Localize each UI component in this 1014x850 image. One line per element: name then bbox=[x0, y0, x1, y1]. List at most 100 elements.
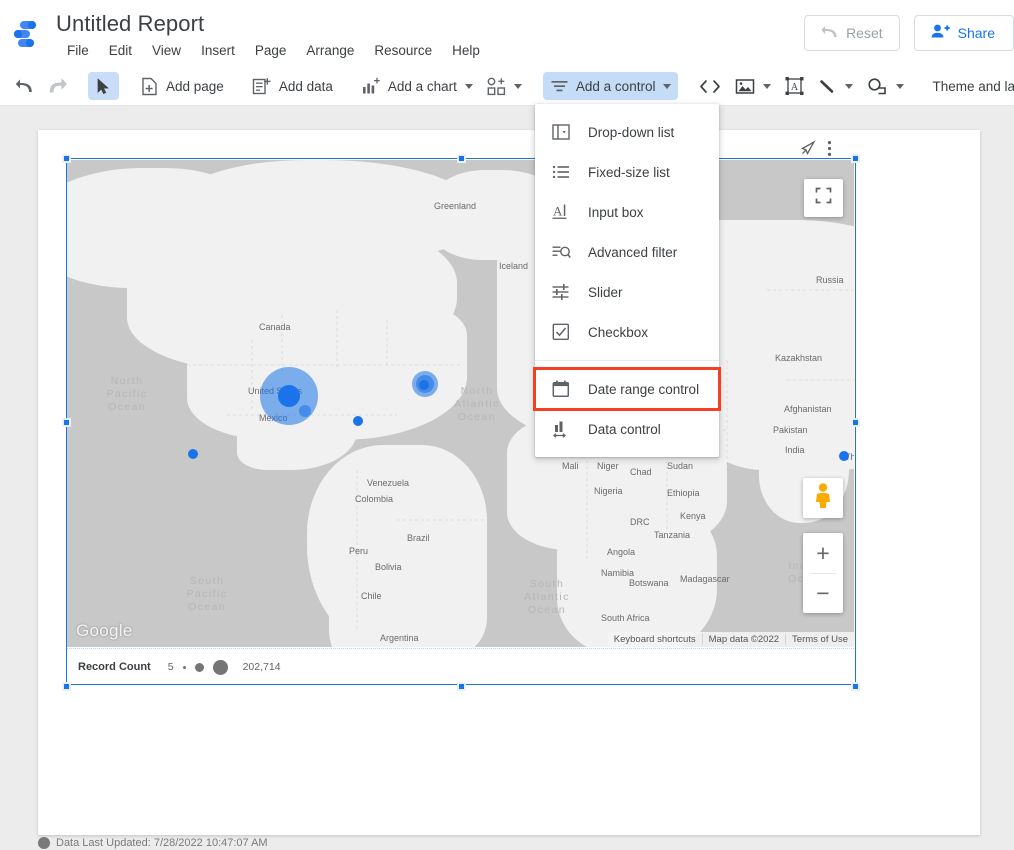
page-title[interactable]: Untitled Report bbox=[56, 11, 204, 37]
keyboard-shortcuts-link[interactable]: Keyboard shortcuts bbox=[608, 634, 702, 645]
add-page-icon bbox=[140, 77, 159, 96]
menu-item-label: Date range control bbox=[588, 381, 700, 397]
slider-icon bbox=[551, 283, 571, 301]
map-bubble[interactable] bbox=[839, 451, 849, 461]
add-chart-icon bbox=[361, 77, 381, 96]
undo-button[interactable] bbox=[8, 72, 41, 100]
add-data-icon bbox=[252, 77, 272, 96]
redo-icon bbox=[48, 77, 67, 95]
shape-button[interactable] bbox=[860, 72, 911, 100]
add-control-button[interactable]: Add a control bbox=[542, 72, 679, 100]
looker-studio-logo bbox=[12, 18, 46, 50]
map-bubble[interactable] bbox=[419, 380, 429, 390]
menu-item-data-control[interactable]: Data control bbox=[535, 409, 719, 449]
menu-divider bbox=[535, 360, 719, 361]
map-bubble[interactable] bbox=[278, 385, 300, 407]
menu-view[interactable]: View bbox=[142, 41, 191, 60]
add-control-label: Add a control bbox=[575, 78, 656, 94]
legend-dot-lg bbox=[212, 659, 228, 675]
community-visualization-icon bbox=[487, 77, 506, 96]
svg-text:A: A bbox=[791, 82, 799, 93]
map-attribution: Keyboard shortcuts Map data ©2022 Terms … bbox=[607, 632, 854, 647]
chevron-down-icon-3 bbox=[663, 83, 672, 89]
theme-label: Theme and layout bbox=[932, 78, 1014, 94]
map-data-copyright: Map data ©2022 bbox=[701, 634, 785, 645]
menu-item-checkbox[interactable]: Checkbox bbox=[535, 312, 719, 352]
add-chart-label: Add a chart bbox=[387, 78, 457, 94]
fullscreen-button[interactable] bbox=[804, 179, 843, 217]
redo-button[interactable] bbox=[41, 72, 74, 100]
menu-item-advanced-filter[interactable]: Advanced filter bbox=[535, 232, 719, 272]
menu-insert[interactable]: Insert bbox=[191, 41, 245, 60]
menu-item-date-range-control[interactable]: Date range control bbox=[533, 367, 721, 411]
legend-min-value: 5 bbox=[167, 661, 174, 673]
menu-item-label: Fixed-size list bbox=[588, 164, 670, 180]
menu-item-drop-down-list[interactable]: Drop-down list bbox=[535, 112, 719, 152]
menu-item-label: Slider bbox=[588, 284, 623, 300]
data-last-updated-text: Data Last Updated: 7/28/2022 10:47:07 AM bbox=[56, 836, 268, 849]
line-button[interactable] bbox=[811, 72, 860, 100]
legend-dot-xs bbox=[182, 665, 186, 669]
community-visualization-button[interactable] bbox=[480, 72, 529, 100]
menu-file[interactable]: File bbox=[57, 41, 99, 60]
google-watermark: Google bbox=[76, 621, 133, 640]
drop-down-list-icon bbox=[551, 123, 571, 141]
menu-item-label: Checkbox bbox=[588, 324, 649, 340]
chevron-down-icon bbox=[464, 83, 473, 89]
reset-button[interactable]: Reset bbox=[804, 15, 900, 51]
person-add-icon bbox=[931, 24, 950, 42]
text-box-icon: A bbox=[785, 77, 804, 95]
zoom-out-button[interactable]: − bbox=[803, 574, 843, 613]
auto-style-icon[interactable] bbox=[800, 140, 817, 162]
chevron-down-icon-5 bbox=[845, 83, 854, 89]
chart-quick-actions bbox=[800, 140, 832, 162]
legend-title: Record Count bbox=[78, 661, 151, 673]
select-tool-button[interactable] bbox=[88, 72, 119, 100]
image-icon bbox=[735, 78, 755, 95]
undo-icon bbox=[15, 78, 34, 95]
cursor-arrow-icon bbox=[95, 77, 112, 95]
add-page-button[interactable]: Add page bbox=[133, 72, 231, 100]
line-icon bbox=[818, 78, 837, 95]
share-button[interactable]: Share bbox=[913, 15, 1014, 51]
street-view-pegman-icon bbox=[812, 482, 834, 514]
fullscreen-icon bbox=[815, 187, 832, 209]
image-button[interactable] bbox=[728, 72, 778, 100]
embed-code-button[interactable] bbox=[692, 72, 728, 100]
share-label: Share bbox=[957, 25, 995, 41]
map-bubble[interactable] bbox=[353, 416, 363, 426]
menu-item-slider[interactable]: Slider bbox=[535, 272, 719, 312]
add-chart-button[interactable]: Add a chart bbox=[354, 72, 480, 100]
theme-and-layout-button[interactable]: Theme and layout bbox=[925, 72, 1014, 100]
menu-item-fixed-size-list[interactable]: Fixed-size list bbox=[535, 152, 719, 192]
menu-item-input-box[interactable]: A Input box bbox=[535, 192, 719, 232]
more-vert-icon[interactable] bbox=[827, 140, 832, 162]
toolbar: Add page Add data Add a chart Add a cont… bbox=[0, 67, 1014, 106]
chevron-down-icon-6 bbox=[896, 83, 905, 89]
map-bubble[interactable] bbox=[188, 449, 198, 459]
menu-item-label: Input box bbox=[588, 204, 644, 220]
chart-legend: Record Count 5 202,714 bbox=[67, 648, 854, 685]
map-bubble[interactable] bbox=[299, 405, 311, 417]
filter-lines-icon bbox=[550, 78, 569, 94]
add-control-menu[interactable]: Drop-down list Fixed-size list A Input b… bbox=[533, 104, 721, 457]
header-actions: Reset Share bbox=[804, 15, 1014, 51]
status-bar: Data Last Updated: 7/28/2022 10:47:07 AM bbox=[0, 835, 1014, 850]
menu-resource[interactable]: Resource bbox=[364, 41, 442, 60]
add-data-button[interactable]: Add data bbox=[245, 72, 340, 100]
menu-item-label: Advanced filter bbox=[588, 244, 678, 260]
checkbox-icon bbox=[551, 323, 571, 341]
geo-bubble-map[interactable]: North Pacific Ocean North Atlantic Ocean Sou… bbox=[67, 160, 854, 647]
menu-help[interactable]: Help bbox=[442, 41, 490, 60]
fixed-size-list-icon bbox=[551, 163, 571, 181]
zoom-in-button[interactable]: + bbox=[803, 534, 843, 573]
street-view-pegman-button[interactable] bbox=[803, 478, 843, 518]
menu-edit[interactable]: Edit bbox=[99, 41, 142, 60]
terms-of-use-link[interactable]: Terms of Use bbox=[785, 634, 854, 645]
menu-arrange[interactable]: Arrange bbox=[296, 41, 364, 60]
text-box-button[interactable]: A bbox=[778, 72, 811, 100]
menu-page[interactable]: Page bbox=[245, 41, 297, 60]
add-page-label: Add page bbox=[166, 78, 224, 94]
zoom-controls: + − bbox=[803, 533, 843, 613]
info-icon bbox=[38, 836, 50, 849]
